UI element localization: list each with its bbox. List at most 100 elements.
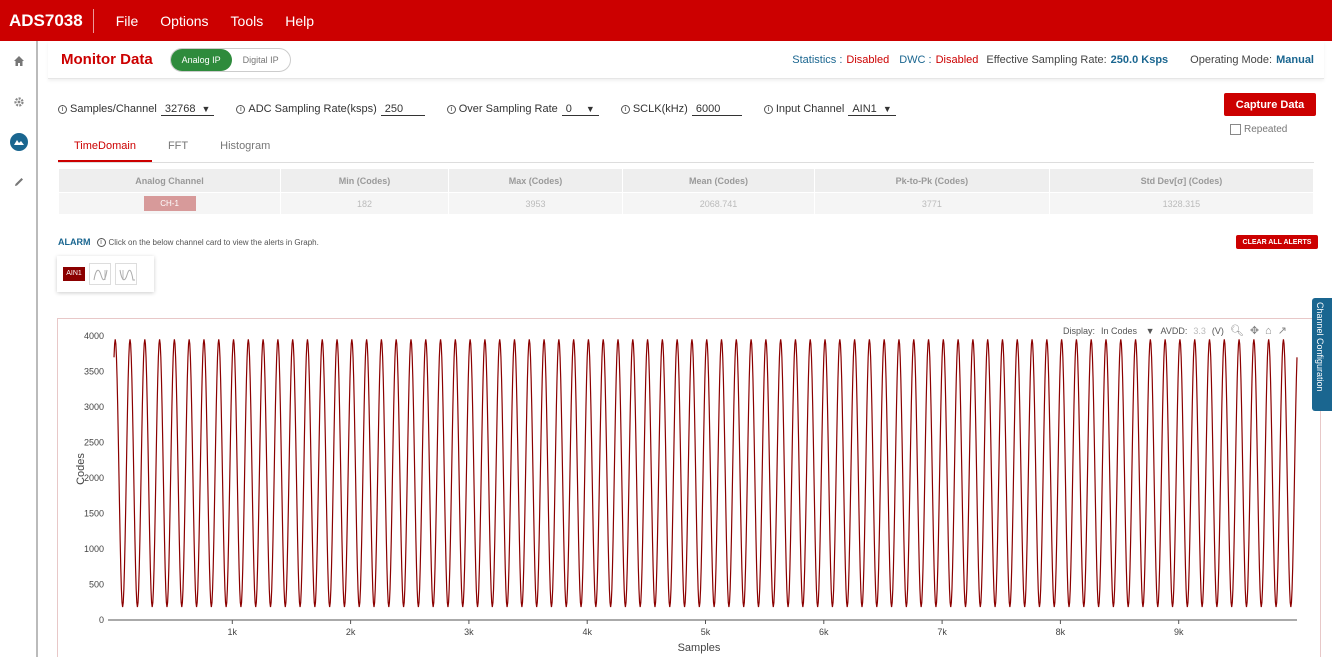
- x-tick-label: 1k: [228, 627, 238, 637]
- ip-toggle[interactable]: Analog IP Digital IP: [169, 47, 291, 72]
- alarm-hint: Click on the below channel card to view …: [108, 237, 319, 247]
- time-domain-chart[interactable]: 05001000150020002500300035004000 1k 2k 3k 4…: [58, 319, 1320, 658]
- tab-timedomain[interactable]: TimeDomain: [58, 133, 152, 162]
- avdd-label: AVDD:: [1160, 325, 1188, 336]
- avdd-input[interactable]: 3.3: [1193, 326, 1206, 336]
- statistics-label: Statistics :: [792, 54, 843, 66]
- menu-help[interactable]: Help: [285, 13, 314, 29]
- menu-file[interactable]: File: [116, 13, 139, 29]
- table-header-row: Analog Channel Min (Codes) Max (Codes) M…: [57, 168, 1315, 193]
- home-reset-icon[interactable]: ⌂: [1265, 325, 1272, 337]
- dwc-value: Disabled: [935, 54, 979, 66]
- channel-configuration-label: Channel Configuration: [1315, 302, 1325, 392]
- x-tick-label: 3k: [464, 627, 474, 637]
- info-icon: i: [763, 104, 773, 114]
- export-icon[interactable]: ↗: [1278, 324, 1287, 337]
- input-channel-label: Input Channel: [775, 103, 845, 115]
- samples-label: Samples/Channel: [70, 103, 157, 115]
- y-tick-label: 1500: [84, 509, 104, 519]
- view-tabs: TimeDomain FFT Histogram: [58, 133, 1314, 163]
- samples-value: 32768: [164, 102, 196, 115]
- col-pk-to-pk: Pk-to-Pk (Codes): [813, 168, 1050, 193]
- operating-mode-label: Operating Mode:: [1190, 54, 1273, 66]
- home-icon[interactable]: [10, 52, 28, 70]
- top-bar: ADS7038 File Options Tools Help: [0, 0, 1332, 41]
- cell-channel: CH-1: [57, 192, 282, 215]
- info-icon: i: [236, 104, 246, 114]
- falling-wave-icon[interactable]: [115, 263, 137, 285]
- input-channel-value: AIN1: [852, 102, 877, 115]
- capture-data-button[interactable]: Capture Data: [1224, 93, 1316, 116]
- chevron-down-icon: ▼: [201, 103, 211, 114]
- pencil-icon[interactable]: [10, 173, 28, 191]
- info-icon: i: [620, 104, 630, 114]
- menu-options[interactable]: Options: [160, 13, 208, 29]
- zoom-icon[interactable]: 🔍︎: [1230, 324, 1244, 337]
- col-min: Min (Codes): [280, 168, 449, 193]
- sclk-param: i SCLK(kHz) 6000: [620, 103, 742, 116]
- cell-min: 182: [280, 192, 449, 215]
- clear-all-alerts-button[interactable]: CLEAR ALL ALERTS: [1236, 235, 1318, 249]
- x-axis-label: Samples: [678, 642, 721, 654]
- dwc-label: DWC :: [899, 54, 932, 66]
- left-nav: [0, 41, 38, 657]
- digital-ip-option[interactable]: Digital IP: [232, 55, 290, 65]
- chart-container: Display: In Codes ▼ AVDD: 3.3 (V) 🔍︎ ✥ ⌂…: [57, 318, 1321, 657]
- gear-icon[interactable]: [10, 93, 28, 111]
- sclk-input[interactable]: 6000: [691, 103, 742, 116]
- x-tick-label: 8k: [1056, 627, 1066, 637]
- alarm-channel-card[interactable]: AIN1: [57, 256, 154, 292]
- x-axis: 1k 2k 3k 4k 5k 6k 7k 8k 9k: [108, 619, 1297, 637]
- x-tick-label: 6k: [819, 627, 829, 637]
- display-select[interactable]: In Codes ▼: [1101, 326, 1154, 336]
- cell-mean: 2068.741: [622, 192, 815, 215]
- osr-label: Over Sampling Rate: [458, 103, 558, 115]
- channel-badge[interactable]: CH-1: [143, 196, 196, 211]
- input-channel-param: i Input Channel AIN1 ▼: [763, 102, 896, 116]
- col-max: Max (Codes): [447, 168, 624, 193]
- pan-icon[interactable]: ✥: [1250, 324, 1259, 337]
- col-analog-channel: Analog Channel: [57, 168, 282, 193]
- adc-rate-input[interactable]: 250: [380, 103, 425, 116]
- info-icon: i: [96, 237, 106, 247]
- samples-select[interactable]: 32768 ▼: [160, 102, 215, 116]
- x-tick-label: 4k: [582, 627, 592, 637]
- y-tick-label: 1000: [84, 544, 104, 554]
- operating-mode-value: Manual: [1276, 54, 1314, 66]
- parameters-row: i Samples/Channel 32768 ▼ i ADC Sampling …: [58, 101, 918, 117]
- cell-std-dev: 1328.315: [1048, 192, 1315, 215]
- x-tick-label: 2k: [346, 627, 356, 637]
- statistics-value: Disabled: [846, 54, 890, 66]
- col-mean: Mean (Codes): [622, 168, 815, 193]
- y-tick-label: 3000: [84, 402, 104, 412]
- osr-param: i Over Sampling Rate 0 ▼: [446, 102, 599, 116]
- page-header: Monitor Data Analog IP Digital IP Statis…: [48, 41, 1324, 79]
- menu-tools[interactable]: Tools: [231, 13, 264, 29]
- series-line: [113, 339, 1298, 608]
- col-std-dev: Std Dev[σ] (Codes): [1048, 168, 1315, 193]
- chevron-down-icon: ▼: [882, 103, 892, 114]
- osr-value: 0: [565, 102, 572, 115]
- y-tick-label: 2500: [84, 438, 104, 448]
- app-title: ADS7038: [0, 8, 94, 33]
- channel-configuration-tab[interactable]: Channel Configuration: [1312, 298, 1332, 411]
- samples-param: i Samples/Channel 32768 ▼: [58, 102, 215, 116]
- osr-select[interactable]: 0 ▼: [561, 102, 599, 116]
- info-icon: i: [446, 104, 456, 114]
- x-tick-label: 5k: [701, 627, 711, 637]
- input-channel-select[interactable]: AIN1 ▼: [848, 102, 896, 116]
- analog-ip-option[interactable]: Analog IP: [170, 48, 232, 71]
- sclk-label: SCLK(kHz): [632, 103, 688, 115]
- info-icon: i: [58, 104, 67, 114]
- alarm-section: ALARM i Click on the below channel card …: [58, 237, 319, 247]
- y-tick-label: 500: [89, 580, 104, 590]
- display-value: In Codes: [1101, 325, 1138, 336]
- tab-fft[interactable]: FFT: [152, 133, 204, 162]
- tab-histogram[interactable]: Histogram: [204, 133, 286, 162]
- status-bar: Statistics : Disabled DWC : Disabled Eff…: [792, 54, 1314, 66]
- x-tick-label: 7k: [937, 627, 947, 637]
- chevron-down-icon: ▼: [1145, 325, 1155, 336]
- monitor-icon[interactable]: [10, 133, 28, 151]
- sampling-rate-value: 250.0 Ksps: [1110, 54, 1169, 66]
- rising-wave-icon[interactable]: [89, 263, 111, 285]
